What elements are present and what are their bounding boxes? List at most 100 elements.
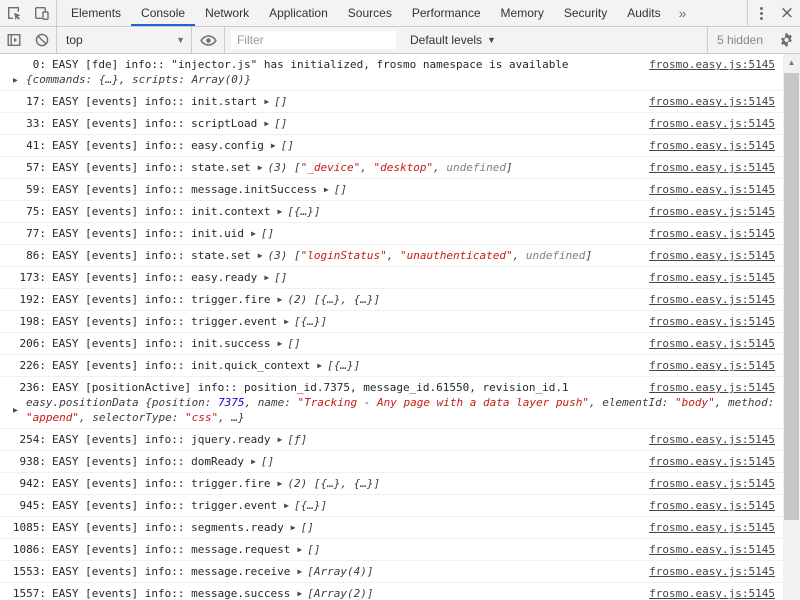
expand-triangle-icon[interactable]: ▶ [13, 403, 18, 418]
device-toolbar-button[interactable] [28, 0, 56, 26]
console-log: frosmo.easy.js:51450:EASY [fde] info:: "… [0, 54, 783, 600]
tab-audits[interactable]: Audits [617, 0, 670, 26]
log-text: EASY [events] info:: trigger.fire [52, 293, 271, 306]
tab-application[interactable]: Application [259, 0, 338, 26]
close-devtools-button[interactable]: × [774, 0, 800, 26]
expand-triangle-icon[interactable]: ▶ [284, 501, 289, 510]
source-link[interactable]: frosmo.easy.js:5145 [649, 160, 775, 175]
value-token: , elementId: [589, 396, 675, 409]
value-token: {commands: {…}, scripts: Array(0)} [26, 73, 251, 86]
expand-triangle-icon[interactable]: ▶ [291, 523, 296, 532]
source-link[interactable]: frosmo.easy.js:5145 [649, 248, 775, 263]
source-link[interactable]: frosmo.easy.js:5145 [649, 476, 775, 491]
javascript-context-selector[interactable]: top ▼ [57, 27, 191, 53]
tab-elements[interactable]: Elements [61, 0, 131, 26]
expand-triangle-icon[interactable]: ▶ [264, 119, 269, 128]
source-link[interactable]: frosmo.easy.js:5145 [649, 138, 775, 153]
hidden-messages-count[interactable]: 5 hidden [708, 27, 772, 53]
expand-triangle-icon[interactable]: ▶ [13, 72, 18, 87]
expand-triangle-icon[interactable]: ▶ [297, 545, 302, 554]
console-message: frosmo.easy.js:51451557:EASY [events] in… [0, 583, 783, 600]
expand-triangle-icon[interactable]: ▶ [278, 295, 283, 304]
log-count: 57: [12, 160, 46, 175]
source-link[interactable]: frosmo.easy.js:5145 [649, 542, 775, 557]
expand-triangle-icon[interactable]: ▶ [297, 589, 302, 598]
log-text: EASY [events] info:: init.start [52, 95, 257, 108]
log-text: EASY [events] info:: trigger.event [52, 315, 277, 328]
clear-console-icon [34, 32, 50, 48]
console-message: frosmo.easy.js:514533:EASY [events] info… [0, 113, 783, 135]
expand-triangle-icon[interactable]: ▶ [278, 479, 283, 488]
object-preview: easy.positionData {position: 7375, name:… [26, 396, 774, 424]
log-levels-dropdown[interactable]: Default levels ▼ [402, 27, 504, 53]
expand-triangle-icon[interactable]: ▶ [264, 273, 269, 282]
source-link[interactable]: frosmo.easy.js:5145 [649, 336, 775, 351]
create-live-expression-button[interactable] [192, 27, 224, 53]
value-token: "desktop" [374, 161, 434, 174]
expand-triangle-icon[interactable]: ▶ [278, 435, 283, 444]
more-tabs-button[interactable]: » [671, 0, 695, 26]
value-token: "Tracking - Any page with a data layer p… [298, 396, 589, 409]
tab-sources[interactable]: Sources [338, 0, 402, 26]
source-link[interactable]: frosmo.easy.js:5145 [649, 270, 775, 285]
value-token: [{…}] [294, 499, 327, 512]
source-link[interactable]: frosmo.easy.js:5145 [649, 116, 775, 131]
source-link[interactable]: frosmo.easy.js:5145 [649, 182, 775, 197]
value-token: [{…}] [287, 205, 320, 218]
expand-triangle-icon[interactable]: ▶ [324, 185, 329, 194]
expand-triangle-icon[interactable]: ▶ [278, 339, 283, 348]
source-link[interactable]: frosmo.easy.js:5145 [649, 520, 775, 535]
expand-triangle-icon[interactable]: ▶ [264, 97, 269, 106]
source-link[interactable]: frosmo.easy.js:5145 [649, 314, 775, 329]
source-link[interactable]: frosmo.easy.js:5145 [649, 586, 775, 600]
source-link[interactable]: frosmo.easy.js:5145 [649, 432, 775, 447]
source-link[interactable]: frosmo.easy.js:5145 [649, 57, 775, 72]
value-token: (2) [{…}, {…}] [287, 477, 380, 490]
dot [760, 12, 763, 15]
log-count: 254: [12, 432, 46, 447]
tabs: ElementsConsoleNetworkApplicationSources… [61, 0, 671, 26]
tab-memory[interactable]: Memory [491, 0, 554, 26]
source-link[interactable]: frosmo.easy.js:5145 [649, 94, 775, 109]
source-link[interactable]: frosmo.easy.js:5145 [649, 204, 775, 219]
filter-input[interactable] [231, 31, 396, 49]
expand-triangle-icon[interactable]: ▶ [284, 317, 289, 326]
log-count: 86: [12, 248, 46, 263]
source-link[interactable]: frosmo.easy.js:5145 [649, 498, 775, 513]
devtools-menu-button[interactable] [748, 0, 774, 26]
expand-triangle-icon[interactable]: ▶ [278, 207, 283, 216]
log-text: EASY [events] info:: scriptLoad [52, 117, 257, 130]
tab-console[interactable]: Console [131, 0, 195, 26]
tab-security[interactable]: Security [554, 0, 617, 26]
scrollbar[interactable]: ▲ [783, 54, 800, 600]
expand-triangle-icon[interactable]: ▶ [297, 567, 302, 576]
expand-triangle-icon[interactable]: ▶ [251, 229, 256, 238]
scrollbar-thumb[interactable] [784, 73, 799, 520]
expand-triangle-icon[interactable]: ▶ [258, 251, 263, 260]
source-link[interactable]: frosmo.easy.js:5145 [649, 292, 775, 307]
source-link[interactable]: frosmo.easy.js:5145 [649, 564, 775, 579]
log-text: EASY [events] info:: easy.config [52, 139, 264, 152]
expand-triangle-icon[interactable]: ▶ [251, 457, 256, 466]
clear-console-button[interactable] [28, 27, 56, 53]
inspect-element-button[interactable] [0, 0, 28, 26]
source-link[interactable]: frosmo.easy.js:5145 [649, 380, 775, 395]
tab-performance[interactable]: Performance [402, 0, 491, 26]
source-link[interactable]: frosmo.easy.js:5145 [649, 358, 775, 373]
scroll-up-button[interactable]: ▲ [783, 54, 800, 71]
log-count: 77: [12, 226, 46, 241]
console-settings-button[interactable] [772, 27, 800, 53]
log-text: EASY [events] info:: message.request [52, 543, 290, 556]
value-token: , [360, 161, 373, 174]
source-link[interactable]: frosmo.easy.js:5145 [649, 226, 775, 241]
log-text: EASY [events] info:: state.set [52, 249, 251, 262]
expand-triangle-icon[interactable]: ▶ [317, 361, 322, 370]
log-count: 198: [12, 314, 46, 329]
source-link[interactable]: frosmo.easy.js:5145 [649, 454, 775, 469]
chevron-down-icon: ▼ [487, 36, 496, 45]
expand-triangle-icon[interactable]: ▶ [258, 163, 263, 172]
tab-network[interactable]: Network [195, 0, 259, 26]
expand-triangle-icon[interactable]: ▶ [271, 141, 276, 150]
console-sidebar-toggle-button[interactable] [0, 27, 28, 53]
console-message: frosmo.easy.js:5145206:EASY [events] inf… [0, 333, 783, 355]
